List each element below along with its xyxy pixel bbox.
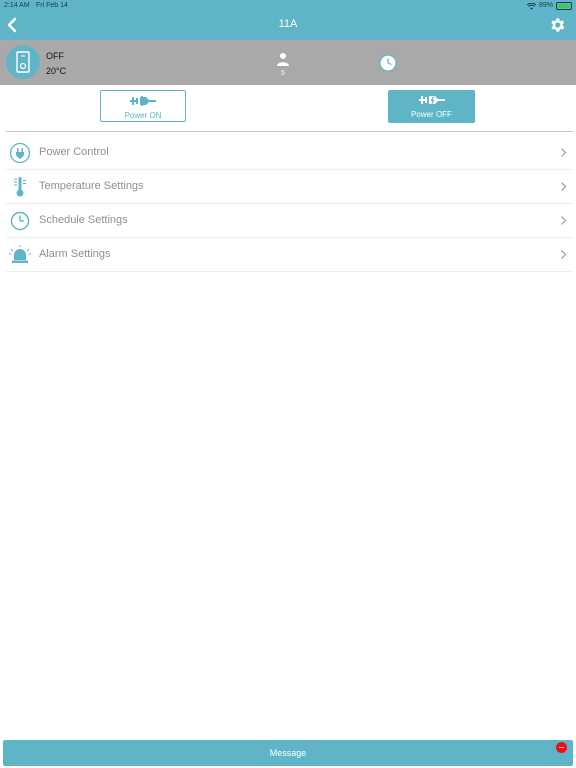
- page-title: 11A: [278, 18, 298, 30]
- message-button[interactable]: Message: [3, 740, 573, 766]
- status-bar: 2:14 AM Fri Feb 14 89%: [0, 0, 576, 12]
- message-label: Message: [269, 748, 307, 758]
- app-header: 2:14 AM Fri Feb 14 89% 11A: [0, 0, 576, 40]
- section-divider: [6, 131, 573, 132]
- menu-item-alarm-settings[interactable]: Alarm Settings: [6, 238, 573, 272]
- chevron-right-icon: [561, 148, 567, 157]
- status-date: Fri Feb 14: [36, 2, 68, 9]
- chevron-right-icon: [561, 182, 567, 191]
- power-on-button[interactable]: Power ON: [100, 90, 186, 122]
- notification-dot-icon: [556, 742, 567, 753]
- device-temperature: 20°C: [46, 66, 67, 76]
- menu-item-label: Schedule Settings: [39, 214, 128, 226]
- settings-menu: Power Control Temperature Settings Sched…: [6, 136, 573, 272]
- notification-dot-mark: [559, 747, 564, 748]
- thermometer-icon: [14, 177, 26, 197]
- battery-level: [558, 4, 569, 8]
- battery-icon: [556, 2, 572, 10]
- power-plug-off-icon: [418, 96, 445, 104]
- menu-item-label: Power Control: [39, 146, 109, 158]
- status-time: 2:14 AM: [4, 2, 30, 9]
- clock-icon[interactable]: [379, 54, 397, 72]
- alarm-light-icon: [9, 245, 31, 263]
- menu-item-power-control[interactable]: Power Control: [6, 136, 573, 170]
- menu-item-schedule-settings[interactable]: Schedule Settings: [6, 204, 573, 238]
- power-plug-icon: [130, 96, 156, 106]
- menu-item-label: Alarm Settings: [39, 248, 111, 260]
- person-count: 5: [281, 70, 285, 77]
- chevron-right-icon: [561, 250, 567, 259]
- clock-icon: [10, 211, 30, 231]
- person-icon: [277, 53, 289, 66]
- menu-item-label: Temperature Settings: [39, 180, 144, 192]
- status-indicators: 89%: [526, 0, 572, 12]
- wifi-icon: [526, 2, 536, 10]
- menu-item-temperature-settings[interactable]: Temperature Settings: [6, 170, 573, 204]
- chevron-right-icon: [561, 216, 567, 225]
- battery-percent: 89%: [538, 2, 553, 9]
- power-off-button[interactable]: Power OFF: [388, 90, 475, 123]
- power-off-label: Power OFF: [411, 110, 452, 119]
- device-icon[interactable]: [6, 45, 40, 79]
- gear-icon[interactable]: [548, 16, 566, 34]
- power-plug-icon: [9, 142, 31, 164]
- device-power-status: OFF: [46, 51, 64, 61]
- power-on-label: Power ON: [124, 111, 162, 120]
